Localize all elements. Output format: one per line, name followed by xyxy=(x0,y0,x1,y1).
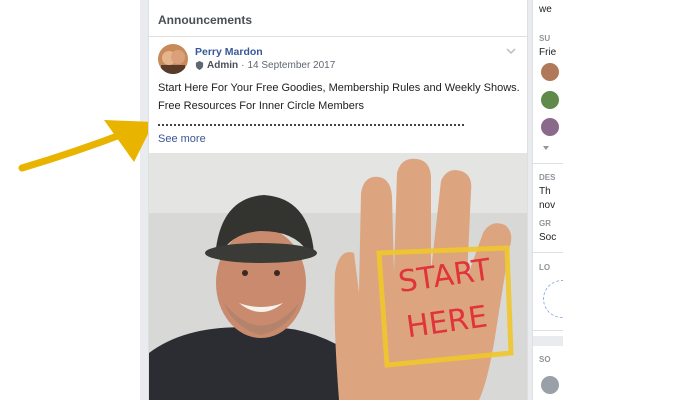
sidebar-avatar[interactable] xyxy=(541,376,559,394)
sidebar-text: Soc xyxy=(539,232,557,243)
announcements-card: Announcements Perry Mardon Admin · 14 Se… xyxy=(148,0,528,400)
sidebar-text: Frie xyxy=(539,47,557,58)
sidebar-divider xyxy=(533,252,563,253)
sidebar-divider xyxy=(533,330,563,331)
post-text-line-2: Free Resources For Inner Circle Members xyxy=(158,100,365,112)
author-name[interactable]: Perry Mardon xyxy=(195,46,263,58)
sidebar-section-header: SU xyxy=(539,34,551,43)
post-date[interactable]: 14 September 2017 xyxy=(247,60,335,71)
chevron-down-icon[interactable] xyxy=(542,145,550,151)
pointer-arrow-icon xyxy=(18,120,154,172)
sidebar-text: Th xyxy=(539,186,551,197)
card-header: Announcements xyxy=(149,0,527,37)
location-map-placeholder xyxy=(543,280,563,318)
sidebar-text: nov xyxy=(539,200,556,211)
sidebar-section-header: SO xyxy=(539,355,551,364)
suggested-member-avatar[interactable] xyxy=(541,63,559,81)
suggested-member-avatar[interactable] xyxy=(541,91,559,109)
suggested-member-avatar[interactable] xyxy=(541,118,559,136)
sidebar-gap xyxy=(533,336,563,346)
post-text-line-1: Start Here For Your Free Goodies, Member… xyxy=(158,82,520,94)
dotted-divider xyxy=(158,124,464,126)
meta-separator: · xyxy=(241,60,245,71)
chevron-down-icon[interactable] xyxy=(505,46,517,56)
avatar-photo xyxy=(158,44,188,74)
announcements-title: Announcements xyxy=(158,13,253,27)
sidebar-section-header: GR xyxy=(539,219,551,228)
sidebar-text: we xyxy=(539,4,552,15)
post-meta: Admin · 14 September 2017 xyxy=(195,60,335,71)
sidebar-divider xyxy=(533,163,563,164)
post-image[interactable]: START HERE xyxy=(149,153,527,400)
sidebar-section-header: LO xyxy=(539,263,551,272)
admin-shield-icon xyxy=(195,61,204,70)
author-avatar[interactable] xyxy=(158,44,188,74)
right-sidebar: we SU Frie DES Th nov GR Soc LO SO xyxy=(532,0,563,400)
see-more-link[interactable]: See more xyxy=(158,133,206,145)
admin-badge: Admin xyxy=(207,60,239,71)
sidebar-section-header: DES xyxy=(539,173,556,182)
